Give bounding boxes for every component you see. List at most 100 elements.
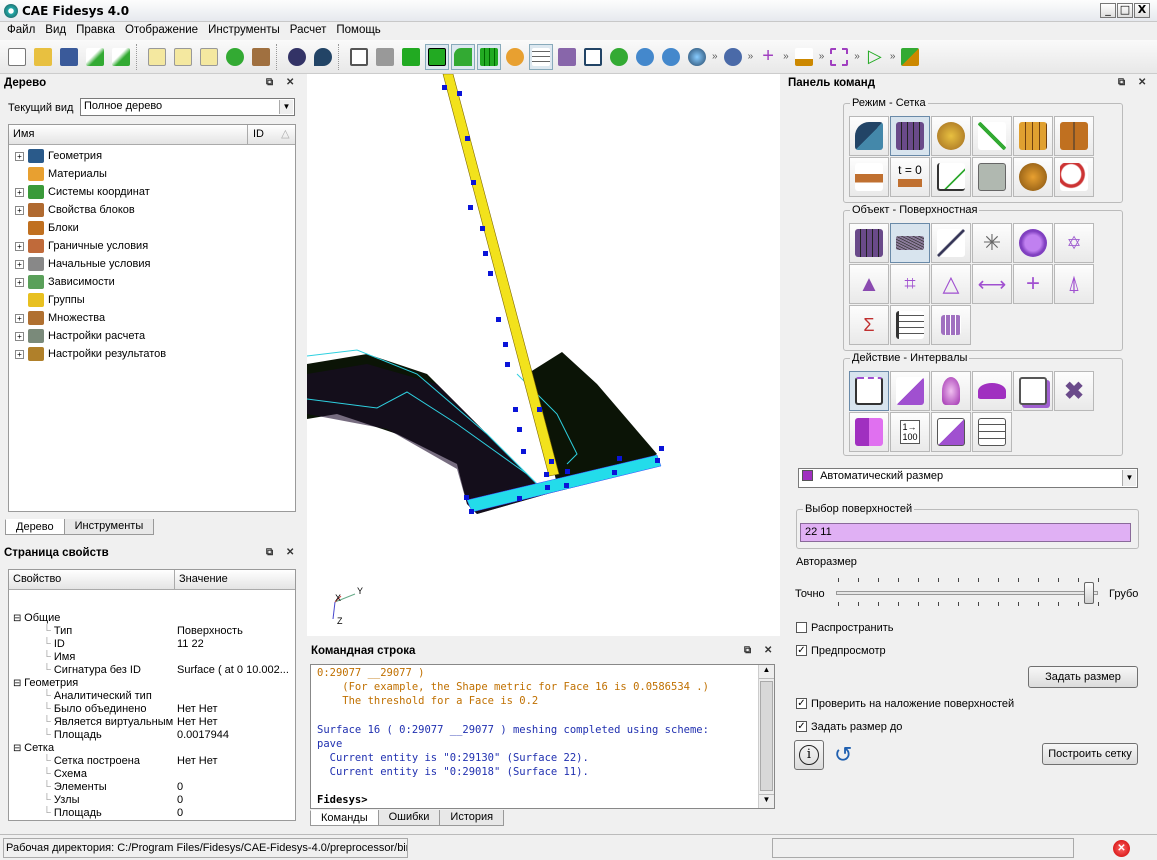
zoom-out-button[interactable] [659,44,683,70]
build-mesh-button[interactable]: Построить сетку [1042,743,1138,765]
mode-mesh-button[interactable] [890,116,930,156]
tree-item[interactable]: Группы [15,291,85,309]
mode-results-button[interactable] [1013,157,1053,197]
menu-file[interactable]: Файл [2,22,40,40]
mode-postprocess-button[interactable] [1054,157,1094,197]
pick-button[interactable]: + [756,44,780,70]
tree-item[interactable]: Блоки [15,219,79,237]
propagate-checkbox[interactable] [796,622,807,633]
hammer-button[interactable] [249,44,273,70]
float-icon[interactable]: ⧉ [1118,74,1125,92]
command-output[interactable]: 0:29077 __29077 ) (For example, the Shap… [310,664,775,809]
windows-button[interactable] [581,44,605,70]
expand-icon[interactable]: + [15,313,24,323]
action-refine-button[interactable] [890,371,930,411]
run-button[interactable]: ▷ [863,44,887,70]
tree-item[interactable]: + Множества [15,309,105,327]
tab-tools[interactable]: Инструменты [63,519,155,535]
set-size-button[interactable]: Задать размер [1028,666,1138,688]
object-quality-button[interactable]: Σ [849,305,889,345]
expand-icon[interactable]: + [15,277,24,287]
size-to-checkbox[interactable]: ✓ [796,721,807,732]
load-button[interactable] [792,44,816,70]
expand-icon[interactable]: + [15,259,24,269]
object-mesh-grid-button[interactable] [931,305,971,345]
scroll-thumb[interactable] [760,681,773,791]
record-id-button[interactable] [197,44,221,70]
tree-item[interactable]: + Граничные условия [15,237,148,255]
prop-row[interactable]: └ Площадь [43,807,102,820]
geometry-display-button[interactable] [451,43,475,70]
tab-commands[interactable]: Команды [310,810,379,826]
close-icon[interactable]: ✕ [286,74,294,92]
mode-sets-button[interactable] [1054,116,1094,156]
properties-view[interactable]: Свойство Значение ⊟ Общие └ Тип Поверхност… [8,569,296,821]
pause-button[interactable] [223,44,247,70]
tree-col-id[interactable]: ID △ [247,125,296,144]
props-col-value[interactable]: Значение [174,570,228,589]
close-button[interactable]: X [1134,3,1150,18]
scroll-down-icon[interactable]: ▼ [759,794,774,808]
toolbar-overflow-icon-6[interactable]: » [890,51,896,62]
close-icon[interactable]: ✕ [1138,74,1146,92]
expand-icon[interactable]: + [15,331,24,341]
prop-row[interactable]: └ Площадь [43,729,102,742]
minimize-button[interactable]: _ [1100,3,1116,18]
prop-row[interactable]: └ Аналитический тип [43,690,152,703]
toolbar-overflow-icon-2[interactable]: » [748,51,754,62]
selection-input[interactable]: 22 11 [800,523,1131,542]
grid-button[interactable] [529,43,553,70]
prop-row[interactable]: └ Сигнатура без ID [43,664,141,677]
mode-coords-button[interactable] [972,116,1012,156]
mode-analysis-button[interactable] [972,157,1012,197]
import-button[interactable] [83,44,107,70]
tree-item[interactable]: + Геометрия [15,147,102,165]
action-delete-button[interactable]: ✖ [1054,371,1094,411]
collapse-icon[interactable]: ⊟ [13,613,24,624]
expand-icon[interactable]: + [15,151,24,161]
object-normal-button[interactable]: ⍋ [1054,264,1094,304]
toolbar-overflow-icon[interactable]: » [712,51,718,62]
prop-row[interactable]: └ ID [43,638,65,651]
expand-icon[interactable]: + [15,205,24,215]
action-count-button[interactable]: 1→ 100 [890,412,930,452]
scroll-up-icon[interactable]: ▲ [759,665,774,679]
reset-icon[interactable]: ↺ [834,744,856,766]
save-button[interactable] [57,44,81,70]
menu-display[interactable]: Отображение [120,22,203,40]
float-icon[interactable]: ⧉ [266,74,273,92]
graphics-viewport[interactable]: Y X Z [307,74,780,636]
float-icon[interactable]: ⧉ [266,544,273,562]
play-journal-button[interactable] [171,44,195,70]
object-surface-button[interactable] [890,223,930,263]
prop-row[interactable]: └ Элементы [43,781,107,794]
close-icon[interactable]: ✕ [764,642,772,660]
maximize-button[interactable]: □ [1117,3,1133,18]
object-node-button[interactable]: ✡ [1054,223,1094,263]
action-award-button[interactable] [931,371,971,411]
prop-row[interactable]: ⊟ Сетка [13,742,54,755]
tree-item[interactable]: + Зависимости [15,273,115,291]
menu-view[interactable]: Вид [40,22,71,40]
mode-materials-button[interactable] [931,116,971,156]
prop-row[interactable]: └ Узлы [43,794,79,807]
menu-edit[interactable]: Правка [71,22,120,40]
preview-checkbox[interactable]: ✓ [796,645,807,656]
prop-row[interactable]: ⊟ Геометрия [13,677,78,690]
action-smooth-button[interactable] [972,371,1012,411]
tree-item[interactable]: + Свойства блоков [15,201,135,219]
mode-bc-button[interactable] [849,157,889,197]
action-intervals-button[interactable] [849,371,889,411]
current-view-select[interactable]: Полное дерево ▼ [80,98,295,116]
expand-icon[interactable]: + [15,349,24,359]
shaded-button[interactable] [399,44,423,70]
check-overlap-checkbox[interactable]: ✓ [796,698,807,709]
toolbar-overflow-icon-3[interactable]: » [783,51,789,62]
action-scheme-button[interactable] [849,412,889,452]
bounding-box-button[interactable] [827,44,851,70]
history-button[interactable] [285,44,309,70]
mode-geometry-button[interactable] [849,116,889,156]
refresh-button[interactable] [607,44,631,70]
collapse-icon[interactable]: ⊟ [13,678,24,689]
command-scrollbar[interactable]: ▲ ▼ [758,665,774,808]
